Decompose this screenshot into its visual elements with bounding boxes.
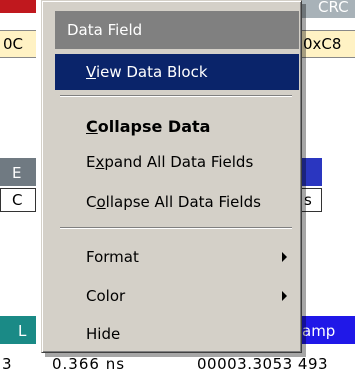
menu-item-label: Collapse Data <box>86 117 211 136</box>
menu-item-hide[interactable]: Hide <box>55 316 299 352</box>
crc-header-label: CRC <box>318 0 349 16</box>
bottom-header-left-label: L <box>18 322 27 340</box>
field-header-left-label: E <box>12 164 22 182</box>
submenu-arrow-icon <box>282 291 287 301</box>
cell-right-value: 0xC8 <box>303 35 342 53</box>
menu-item-expand-all-data-fields[interactable]: Expand All Data Fields <box>55 144 299 180</box>
context-menu: Data Field View Data Block Collapse Data… <box>41 0 302 353</box>
bottom-left-value: 3 <box>2 355 12 373</box>
menu-item-label: Format <box>86 248 139 266</box>
bottom-duration-value: 0.366 ns <box>52 355 126 373</box>
bottom-timestamp-value: 00003.3053 493 <box>197 355 329 373</box>
menu-item-format[interactable]: Format <box>55 239 299 275</box>
context-menu-header: Data Field <box>55 11 299 49</box>
menu-item-color[interactable]: Color <box>55 278 299 314</box>
cell-left-value: 0C <box>3 35 24 53</box>
menu-item-view-data-block[interactable]: View Data Block <box>55 54 299 90</box>
menu-item-collapse-data[interactable]: Collapse Data <box>55 109 299 145</box>
menu-item-label: Hide <box>86 325 121 343</box>
menu-separator <box>60 227 292 229</box>
menu-item-collapse-all-data-fields[interactable]: Collapse All Data Fields <box>55 184 299 220</box>
field-cell-left-value: C <box>12 191 23 209</box>
menu-item-label: Expand All Data Fields <box>86 153 254 171</box>
timestamp-header-label: amp <box>302 322 336 340</box>
menu-item-label: Color <box>86 287 126 305</box>
menu-separator <box>60 95 292 97</box>
menu-item-label: Collapse All Data Fields <box>86 193 261 211</box>
submenu-arrow-icon <box>282 252 287 262</box>
bg-red-column-header <box>0 0 36 13</box>
menu-item-label: View Data Block <box>86 63 208 81</box>
